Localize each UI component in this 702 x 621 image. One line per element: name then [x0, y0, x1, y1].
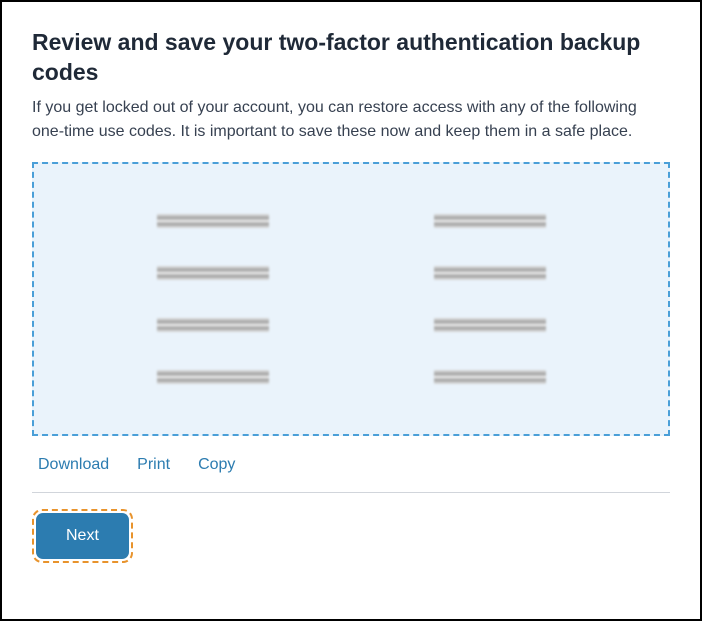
- print-link[interactable]: Print: [137, 456, 170, 474]
- copy-link[interactable]: Copy: [198, 456, 235, 474]
- download-link[interactable]: Download: [38, 456, 109, 474]
- backup-code: [434, 266, 546, 280]
- actions-row: Download Print Copy: [32, 456, 670, 474]
- dialog-title: Review and save your two-factor authenti…: [32, 28, 670, 88]
- next-button[interactable]: Next: [36, 513, 129, 559]
- codes-column-right: [434, 214, 546, 384]
- backup-code: [157, 370, 269, 384]
- codes-column-left: [157, 214, 269, 384]
- dialog-description: If you get locked out of your account, y…: [32, 96, 670, 144]
- backup-code: [157, 266, 269, 280]
- backup-code: [157, 318, 269, 332]
- next-button-highlight: Next: [32, 509, 133, 563]
- backup-code: [434, 318, 546, 332]
- backup-codes-panel: [32, 162, 670, 436]
- backup-code: [157, 214, 269, 228]
- divider: [32, 492, 670, 493]
- backup-code: [434, 370, 546, 384]
- backup-code: [434, 214, 546, 228]
- backup-codes-dialog: Review and save your two-factor authenti…: [0, 0, 702, 621]
